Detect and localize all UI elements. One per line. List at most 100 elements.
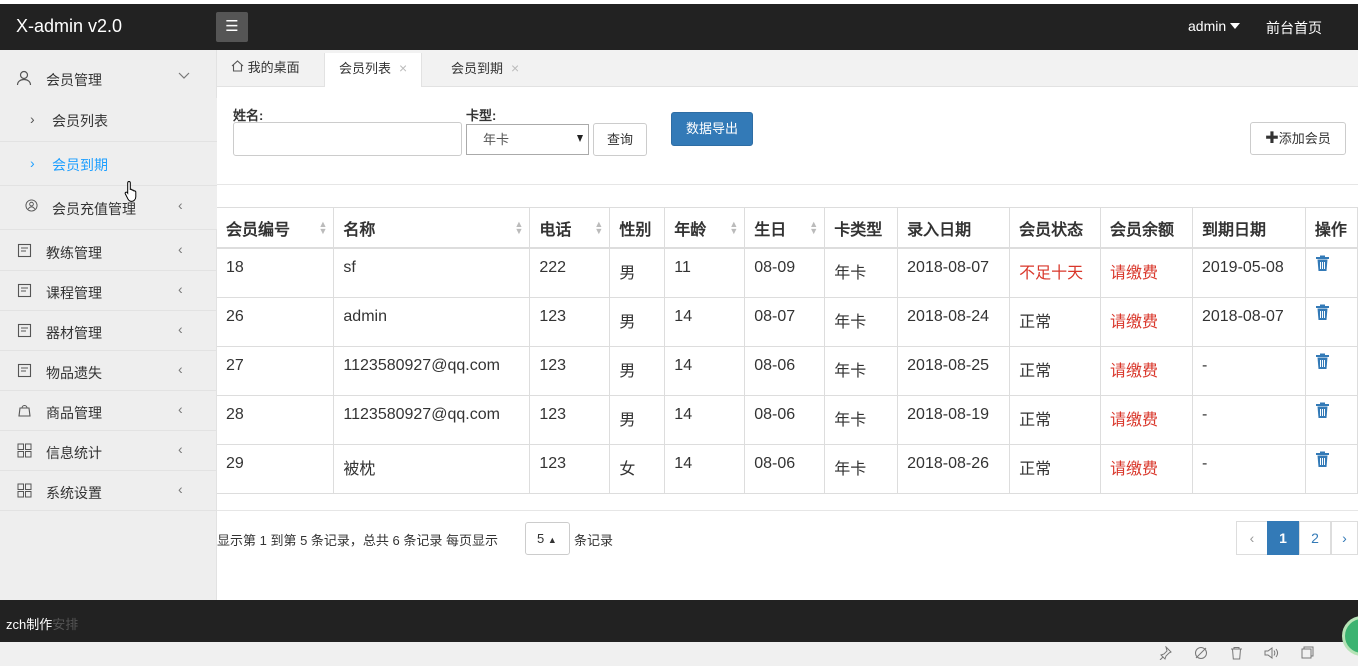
system-tray xyxy=(0,642,1358,666)
cell-gender: 男 xyxy=(609,297,666,347)
cell-id: 18 xyxy=(217,248,335,298)
query-button[interactable]: 查询 xyxy=(593,123,647,156)
cell-age: 14 xyxy=(664,297,746,347)
menu-toggle-button[interactable]: ☰ xyxy=(216,12,248,42)
sidebar-item-coach[interactable]: 教练管理 ‹ xyxy=(0,231,217,271)
window-icon[interactable] xyxy=(1301,646,1314,662)
cell-expire-date: 2018-08-07 xyxy=(1192,297,1306,347)
sidebar-item-course[interactable]: 课程管理 ‹ xyxy=(0,271,217,311)
filter-panel: 姓名: 卡型: 年卡 查询 数据导出 ✚添加会员 xyxy=(217,87,1358,185)
chevron-left-icon: ‹ xyxy=(178,481,183,497)
sidebar-item-lost-items[interactable]: 物品遗失 ‹ xyxy=(0,351,217,391)
trash-icon[interactable] xyxy=(1315,304,1330,325)
trash-icon[interactable] xyxy=(1315,353,1330,374)
chevron-left-icon: ‹ xyxy=(178,361,183,377)
sidebar-item-member-mgmt[interactable]: 会员管理 xyxy=(0,58,217,98)
sidebar-item-label: 商品管理 xyxy=(46,405,102,421)
cell-age: 14 xyxy=(664,444,746,494)
column-header-phone[interactable]: 电话 ▲ ▼ xyxy=(529,208,611,249)
sidebar-sub-member-recharge[interactable]: 会员充值管理 ‹ xyxy=(0,186,217,230)
tab-desktop[interactable]: 我的桌面 xyxy=(217,53,314,87)
user-icon xyxy=(16,70,32,86)
sidebar-item-goods[interactable]: 商品管理 ‹ xyxy=(0,391,217,431)
add-member-button[interactable]: ✚添加会员 xyxy=(1250,122,1346,155)
footer-credit: zch制作 xyxy=(6,617,53,632)
grid-icon xyxy=(16,483,32,499)
column-header-actions: 操作 xyxy=(1305,208,1358,249)
sidebar-item-label: 课程管理 xyxy=(46,285,102,301)
cell-expire-date: - xyxy=(1192,444,1306,494)
document-icon xyxy=(16,283,32,299)
cell-name: admin xyxy=(333,297,531,347)
tab-member-expire[interactable]: 会员到期 × xyxy=(437,53,533,87)
cell-gender: 男 xyxy=(609,248,666,298)
network-icon[interactable] xyxy=(1194,646,1208,663)
cell-birthday: 08-06 xyxy=(744,444,826,494)
table-bottom-divider xyxy=(217,510,1358,511)
cell-balance: 请缴费 xyxy=(1100,297,1193,347)
app-logo[interactable]: X-admin v2.0 xyxy=(16,16,122,37)
chevron-down-icon xyxy=(178,68,190,84)
volume-icon[interactable] xyxy=(1264,646,1279,663)
column-header-age[interactable]: 年龄 ▲ ▼ xyxy=(664,208,746,249)
cell-entry-date: 2018-08-24 xyxy=(897,297,1011,347)
column-header-label: 卡类型 xyxy=(834,221,883,239)
front-page-link[interactable]: 前台首页 xyxy=(1266,18,1322,38)
sidebar-item-settings[interactable]: 系统设置 ‹ xyxy=(0,471,217,511)
cell-birthday: 08-09 xyxy=(744,248,826,298)
sort-icon: ▲ ▼ xyxy=(729,219,739,236)
name-input[interactable] xyxy=(233,122,462,156)
hand-cursor-icon xyxy=(124,180,137,202)
cell-card-type: 年卡 xyxy=(824,395,899,445)
pagination-info: 显示第 1 到第 5 条记录，总共 6 条记录 每页显示 xyxy=(217,533,498,548)
chevron-left-icon: ‹ xyxy=(178,241,183,257)
cell-phone: 123 xyxy=(529,346,611,396)
trash-icon[interactable] xyxy=(1315,255,1330,276)
sidebar-item-equipment[interactable]: 器材管理 ‹ xyxy=(0,311,217,351)
table-header-row: 会员编号 ▲ ▼ 名称 ▲ ▼ 电话 ▲ ▼ 性别 年龄 ▲ ▼ 生日 ▲ ▼ 卡类型 录入日期 会… xyxy=(217,208,1358,249)
pager-next-button[interactable]: › xyxy=(1331,521,1358,555)
cell-status: 不足十天 xyxy=(1009,248,1102,298)
table-row: 18 sf 222 男 11 08-09 年卡 2018-08-07 不足十天 请缴费 2019-0… xyxy=(217,248,1358,298)
column-header-status: 会员状态 xyxy=(1009,208,1102,249)
column-header-birthday[interactable]: 生日 ▲ ▼ xyxy=(744,208,826,249)
column-header-label: 会员编号 xyxy=(226,221,291,239)
column-header-label: 会员余额 xyxy=(1110,221,1175,239)
card-type-select[interactable]: 年卡 xyxy=(466,124,589,155)
sidebar-item-label: 物品遗失 xyxy=(46,365,102,381)
pin-icon[interactable] xyxy=(1158,645,1172,663)
column-header-label: 会员状态 xyxy=(1019,221,1084,239)
cell-status: 正常 xyxy=(1009,444,1102,494)
sidebar-item-label: 会员管理 xyxy=(46,72,102,88)
home-icon xyxy=(231,60,244,75)
trash-icon[interactable] xyxy=(1315,402,1330,423)
tab-label: 会员列表 xyxy=(339,61,392,76)
cell-age: 11 xyxy=(664,248,746,298)
sidebar-item-statistics[interactable]: 信息统计 ‹ xyxy=(0,431,217,471)
close-icon[interactable]: × xyxy=(511,60,519,76)
pager-page-1[interactable]: 1 xyxy=(1267,521,1299,555)
cell-birthday: 08-07 xyxy=(744,297,826,347)
page-size-dropdown[interactable]: 5 ▲ xyxy=(525,522,570,555)
sidebar-sub-member-list[interactable]: › 会员列表 xyxy=(0,98,217,142)
export-button[interactable]: 数据导出 xyxy=(671,112,753,146)
column-header-entry-date: 录入日期 xyxy=(897,208,1011,249)
trash-icon[interactable] xyxy=(1315,451,1330,472)
cell-gender: 男 xyxy=(609,395,666,445)
column-header-card-type: 卡类型 xyxy=(824,208,899,249)
table-row: 26 admin 123 男 14 08-07 年卡 2018-08-24 正常 请缴费 2018-… xyxy=(217,297,1358,347)
sidebar: 会员管理 › 会员列表 › 会员到期 会员充值管理 ‹ 教练管理 ‹ 课程管理 … xyxy=(0,50,217,600)
column-header-name[interactable]: 名称 ▲ ▼ xyxy=(333,208,531,249)
close-icon[interactable]: × xyxy=(399,60,407,76)
footer: zch制作安排 xyxy=(0,600,1358,642)
cell-balance: 请缴费 xyxy=(1100,248,1193,298)
trash-icon[interactable] xyxy=(1230,646,1243,663)
sort-icon: ▲ ▼ xyxy=(318,219,328,236)
sidebar-sub-member-expire[interactable]: › 会员到期 xyxy=(0,142,217,186)
user-menu[interactable]: admin xyxy=(1188,18,1241,34)
column-header-id[interactable]: 会员编号 ▲ ▼ xyxy=(217,208,335,249)
pagination-records-label: 条记录 xyxy=(574,533,614,548)
tab-member-list[interactable]: 会员列表 × xyxy=(324,53,423,87)
pager-page-2[interactable]: 2 xyxy=(1299,521,1331,555)
pager-prev-button[interactable]: ‹ xyxy=(1236,521,1268,555)
